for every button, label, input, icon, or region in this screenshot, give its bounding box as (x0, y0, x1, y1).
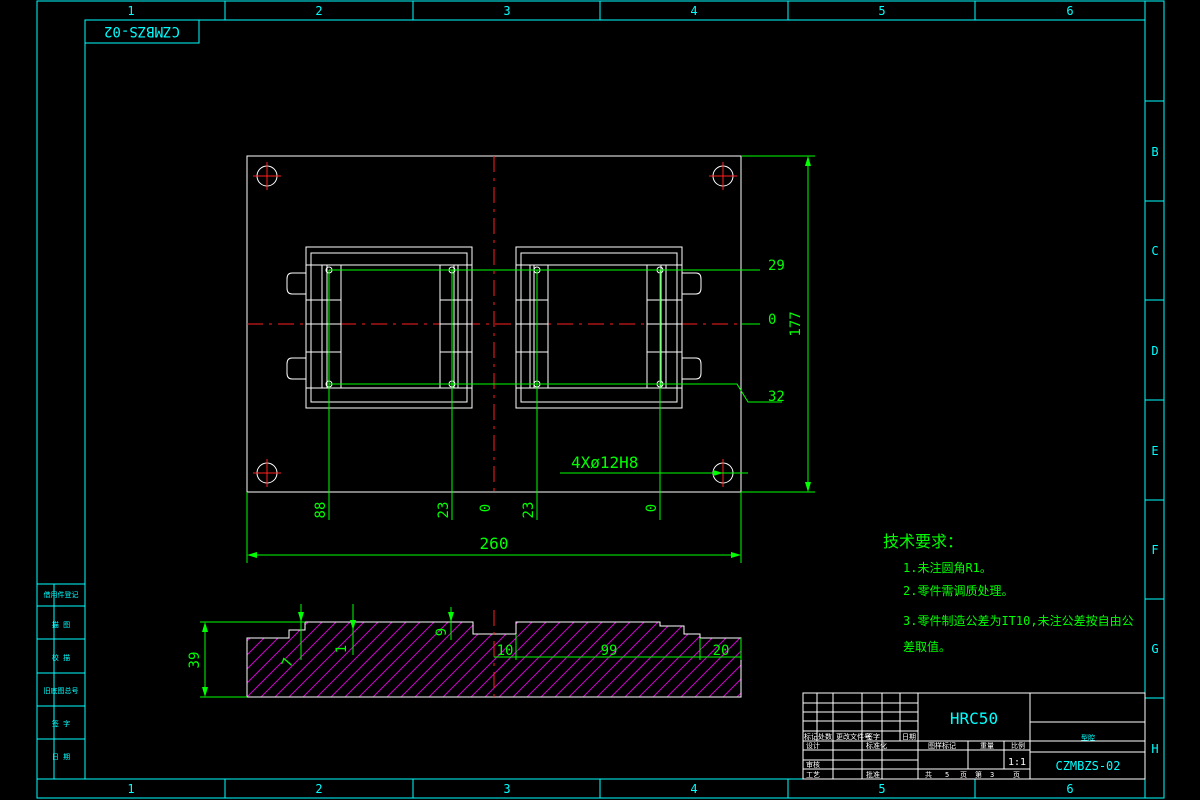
hatch-line (397, 622, 484, 697)
row-labels-right: B C D E F G H (1151, 145, 1158, 756)
dim-9: 9 (434, 628, 450, 636)
dim-29: 29 (768, 258, 785, 274)
dim-23-a: 23 (436, 502, 452, 519)
tb-label: 工艺 (806, 771, 820, 779)
dim-1: 1 (334, 645, 350, 653)
dim-99: 99 (601, 643, 618, 659)
dim-20: 20 (713, 643, 730, 659)
tech-req-item: 2.零件需调质处理。 (903, 584, 1013, 598)
top-view[interactable]: 29 0 32 177 4Xø12H8 88 23 0 23 0 260 (246, 155, 815, 563)
hatch-line (762, 615, 847, 700)
drawing-frame (36, 0, 1165, 799)
tb-sheet: 页 (1013, 771, 1020, 779)
hatch-line (341, 622, 428, 697)
tb-label: 标记 (804, 732, 818, 741)
row-label: C (1151, 244, 1158, 258)
hatch-line (733, 622, 741, 697)
panel-label: 校 描 (52, 653, 70, 662)
panel-label: 日 期 (52, 753, 70, 761)
tb-label: 图样标记 (928, 741, 956, 750)
dim-39: 39 (187, 652, 203, 669)
tb-sheet: 页 (960, 771, 967, 779)
hatch-line (247, 622, 316, 697)
hatch-line (247, 622, 302, 697)
col-label: 4 (690, 782, 697, 796)
hole-note: 4Xø12H8 (571, 453, 638, 472)
col-label: 1 (127, 4, 134, 18)
col-label: 5 (878, 782, 885, 796)
tb-label: 处数 (818, 732, 832, 741)
col-label: 3 (503, 4, 510, 18)
hatch-line (247, 622, 288, 697)
tb-label: 重量 (980, 742, 994, 750)
row-label: G (1151, 642, 1158, 656)
panel-label: 签 字 (52, 719, 70, 728)
panel-label: 借用件登记 (44, 590, 79, 599)
tb-part-name: 型腔 (1081, 733, 1095, 742)
col-label: 6 (1066, 4, 1073, 18)
left-revision-panel: 借用件登记 描 图 校 描 旧底图总号 签 字 日 期 (36, 583, 86, 780)
code-box: CZMBZS-02 (84, 19, 200, 44)
panel-label: 旧底图总号 (44, 686, 79, 695)
section-view[interactable]: 39 7 1 9 10 99 20 (160, 604, 875, 700)
row-label: B (1151, 145, 1158, 159)
tb-label: 标准化 (866, 741, 887, 750)
tech-req-item: 3.零件制造公差为IT10,未注公差按自由公 (903, 613, 1134, 628)
hatch-line (313, 622, 400, 697)
tb-label: 批准 (866, 770, 880, 779)
dim-88: 88 (313, 502, 329, 519)
tech-req-item: 1.未注圆角R1。 (903, 560, 992, 575)
hatch-line (748, 615, 833, 700)
row-label: F (1151, 543, 1158, 557)
tb-sheet: 共 (925, 770, 932, 779)
hatch-line (411, 622, 498, 697)
row-label: D (1151, 344, 1158, 358)
tb-sheet: 5 (945, 771, 949, 779)
tb-sheet: 第 (975, 770, 982, 779)
hatch-line (299, 622, 386, 697)
title-block: 标记 处数 更改文件号 签字 日期 设计 标准化 审核 工艺 批准 图样标记 重… (802, 692, 1146, 780)
tb-label: 比例 (1011, 741, 1025, 750)
hatch-line (790, 615, 875, 700)
dim-7: 7 (279, 656, 297, 669)
tech-req-item: 差取值。 (903, 639, 951, 654)
col-label: 6 (1066, 782, 1073, 796)
col-label: 5 (878, 4, 885, 18)
dim-23-b: 23 (521, 502, 537, 519)
hatch-line (327, 622, 414, 697)
hatch-line (369, 622, 456, 697)
col-label: 2 (315, 782, 322, 796)
tb-scale: 1:1 (1008, 757, 1026, 768)
tb-label: 审核 (806, 760, 820, 769)
technical-requirements: 技术要求： 1.未注圆角R1。 2.零件需调质处理。 3.零件制造公差为IT10… (883, 532, 1134, 654)
row-label: H (1151, 742, 1158, 756)
code-box-text: CZMBZS-02 (104, 23, 180, 39)
hatch-line (383, 622, 470, 697)
col-label: 3 (503, 782, 510, 796)
dim-0-a: 0 (478, 504, 494, 512)
tb-label: 日期 (902, 733, 916, 741)
col-label: 4 (690, 4, 697, 18)
cad-drawing-canvas[interactable]: 1 2 3 4 5 6 1 2 3 4 5 6 B C D E F G H CZ… (0, 0, 1200, 800)
tb-sheet: 3 (990, 771, 994, 779)
panel-label: 描 图 (52, 620, 70, 629)
tb-label: 设计 (806, 741, 820, 750)
col-label: 1 (127, 782, 134, 796)
row-label: E (1151, 444, 1158, 458)
hatch-line (776, 615, 861, 700)
tb-material: HRC50 (950, 709, 998, 728)
dim-260: 260 (480, 534, 509, 553)
dim-177: 177 (788, 311, 804, 336)
dim-0-right: 0 (768, 312, 776, 328)
hatch-line (285, 622, 372, 697)
dim-0-b: 0 (644, 504, 660, 512)
hatch-line (247, 622, 330, 697)
dim-10: 10 (497, 643, 514, 659)
tb-label: 签字 (866, 732, 880, 741)
col-label: 2 (315, 4, 322, 18)
hatch-line (355, 622, 442, 697)
tech-req-title: 技术要求： (883, 532, 963, 551)
tb-drawing-no: CZMBZS-02 (1055, 759, 1120, 773)
dim-32: 32 (768, 389, 785, 405)
